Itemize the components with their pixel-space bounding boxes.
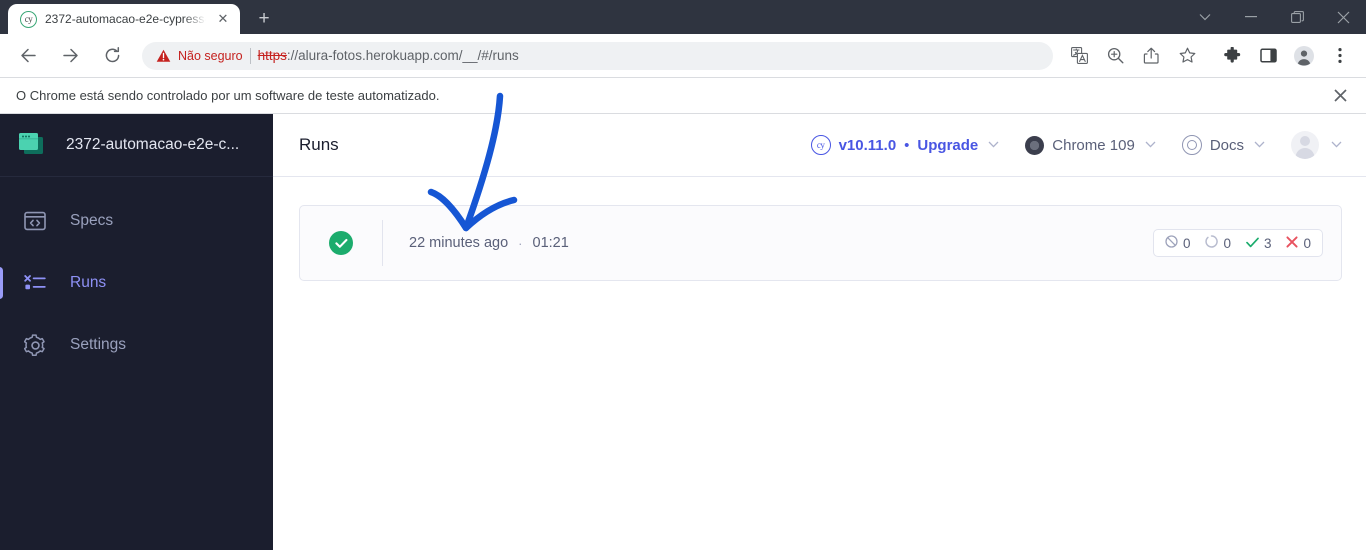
- badge-passed: 3: [1246, 235, 1272, 251]
- sidebar-item-label: Settings: [70, 336, 127, 353]
- chevron-down-icon: [1254, 139, 1265, 151]
- runs-icon: [20, 268, 50, 298]
- bookmark-star-icon[interactable]: [1172, 41, 1202, 71]
- run-meta-separator: ·: [518, 235, 523, 251]
- cypress-app: 2372-automacao-e2e-c... Specs Runs Setti…: [0, 114, 1366, 550]
- chevron-down-icon: [1145, 139, 1156, 151]
- minimize-icon[interactable]: [1228, 0, 1274, 34]
- version-upgrade-button[interactable]: cy v10.11.0 • Upgrade: [810, 135, 1000, 155]
- sidebar-item-specs[interactable]: Specs: [0, 197, 273, 245]
- header-actions: cy v10.11.0 • Upgrade Chrome 109 Docs: [810, 131, 1342, 159]
- sidebar-item-settings[interactable]: Settings: [0, 321, 273, 369]
- zoom-icon[interactable]: [1100, 41, 1130, 71]
- badge-skipped: 0: [1165, 235, 1191, 251]
- user-account-button[interactable]: [1291, 131, 1342, 159]
- sidebar-nav: Specs Runs Settings: [0, 177, 273, 369]
- run-result-badges: 0 0 3 0: [1152, 229, 1323, 257]
- badge-pending: 0: [1205, 235, 1231, 251]
- side-panel-icon[interactable]: [1253, 41, 1283, 71]
- docs-icon: [1181, 135, 1202, 155]
- url-rest: ://alura-fotos.herokuapp.com/__/#/runs: [286, 48, 519, 63]
- not-secure-warning-icon: [156, 49, 171, 63]
- omnibox-divider: [249, 47, 251, 64]
- close-tab-icon[interactable]: ✕: [214, 10, 232, 28]
- browser-toolbar: Não seguro https://alura-fotos.herokuapp…: [0, 34, 1366, 78]
- project-header[interactable]: 2372-automacao-e2e-c...: [0, 114, 273, 177]
- close-window-icon[interactable]: [1320, 0, 1366, 34]
- project-windows-icon: [18, 132, 48, 158]
- chrome-menu-icon[interactable]: [1325, 41, 1355, 71]
- pending-icon: [1205, 235, 1219, 251]
- profile-icon[interactable]: [1289, 41, 1319, 71]
- security-status-label: Não seguro: [178, 48, 243, 63]
- window-controls: [1182, 0, 1366, 34]
- sidebar-item-runs[interactable]: Runs: [0, 259, 273, 307]
- specs-icon: [20, 206, 50, 236]
- url-text: https://alura-fotos.herokuapp.com/__/#/r…: [258, 48, 519, 63]
- reload-button-icon[interactable]: [97, 41, 127, 71]
- run-card[interactable]: 22 minutes ago · 01:21 0 0 3 0: [299, 205, 1342, 281]
- chevron-down-icon: [988, 139, 999, 151]
- run-meta: 22 minutes ago · 01:21: [383, 235, 569, 251]
- close-infobar-icon[interactable]: [1326, 82, 1354, 110]
- url-scheme: https: [257, 48, 287, 63]
- passed-check-icon: [1246, 236, 1259, 251]
- chevron-down-icon: [1331, 139, 1342, 151]
- automation-infobar: O Chrome está sendo controlado por um so…: [0, 78, 1366, 114]
- skipped-icon: [1165, 235, 1178, 251]
- version-label: v10.11.0: [838, 136, 897, 154]
- main-header: Runs cy v10.11.0 • Upgrade Chrome 109 Do…: [273, 114, 1366, 177]
- maximize-icon[interactable]: [1274, 0, 1320, 34]
- skipped-count: 0: [1182, 235, 1191, 251]
- cypress-favicon-icon: cy: [20, 10, 37, 28]
- sidebar-item-label: Runs: [70, 274, 107, 291]
- tab-title: 2372-automacao-e2e-cypress-au: [45, 12, 206, 26]
- failed-x-icon: [1286, 235, 1299, 251]
- pending-count: 0: [1223, 235, 1231, 251]
- gear-icon: [20, 330, 50, 360]
- run-passed-icon: [329, 231, 353, 255]
- browser-label: Chrome 109: [1052, 136, 1135, 154]
- passed-count: 3: [1263, 235, 1272, 251]
- main-panel: Runs cy v10.11.0 • Upgrade Chrome 109 Do…: [273, 114, 1366, 550]
- browser-tab[interactable]: cy 2372-automacao-e2e-cypress-au ✕: [8, 4, 240, 34]
- avatar: [1291, 131, 1319, 159]
- sidebar: 2372-automacao-e2e-c... Specs Runs Setti…: [0, 114, 273, 550]
- automation-infobar-message: O Chrome está sendo controlado por um so…: [16, 88, 440, 103]
- upgrade-label: Upgrade: [917, 136, 979, 154]
- address-bar[interactable]: Não seguro https://alura-fotos.herokuapp…: [142, 41, 1053, 70]
- page-title: Runs: [299, 135, 339, 154]
- translate-icon[interactable]: [1064, 41, 1094, 71]
- cypress-logo-icon: cy: [810, 135, 831, 155]
- back-button-icon[interactable]: [13, 41, 43, 71]
- chrome-icon: [1025, 135, 1045, 155]
- run-time-ago: 22 minutes ago: [409, 235, 509, 251]
- tab-strip: cy 2372-automacao-e2e-cypress-au ✕ +: [0, 0, 1366, 34]
- badge-failed: 0: [1286, 236, 1311, 251]
- version-separator: •: [904, 136, 910, 154]
- browser-window: cy 2372-automacao-e2e-cypress-au ✕ + Não…: [0, 0, 1366, 550]
- extensions-puzzle-icon[interactable]: [1217, 41, 1247, 71]
- browser-selector-button[interactable]: Chrome 109: [1025, 135, 1156, 155]
- share-icon[interactable]: [1136, 41, 1166, 71]
- run-status: [300, 231, 382, 255]
- forward-button-icon[interactable]: [55, 41, 85, 71]
- docs-label: Docs: [1209, 136, 1244, 154]
- new-tab-button[interactable]: +: [250, 5, 278, 33]
- tab-search-icon[interactable]: [1182, 0, 1228, 34]
- project-name: 2372-automacao-e2e-c...: [66, 136, 240, 153]
- sidebar-item-label: Specs: [70, 212, 114, 229]
- toolbar-icons: [1061, 41, 1358, 71]
- docs-button[interactable]: Docs: [1181, 135, 1265, 155]
- runs-content: 22 minutes ago · 01:21 0 0 3 0: [273, 177, 1366, 550]
- run-duration: 01:21: [532, 235, 569, 251]
- failed-count: 0: [1303, 235, 1311, 251]
